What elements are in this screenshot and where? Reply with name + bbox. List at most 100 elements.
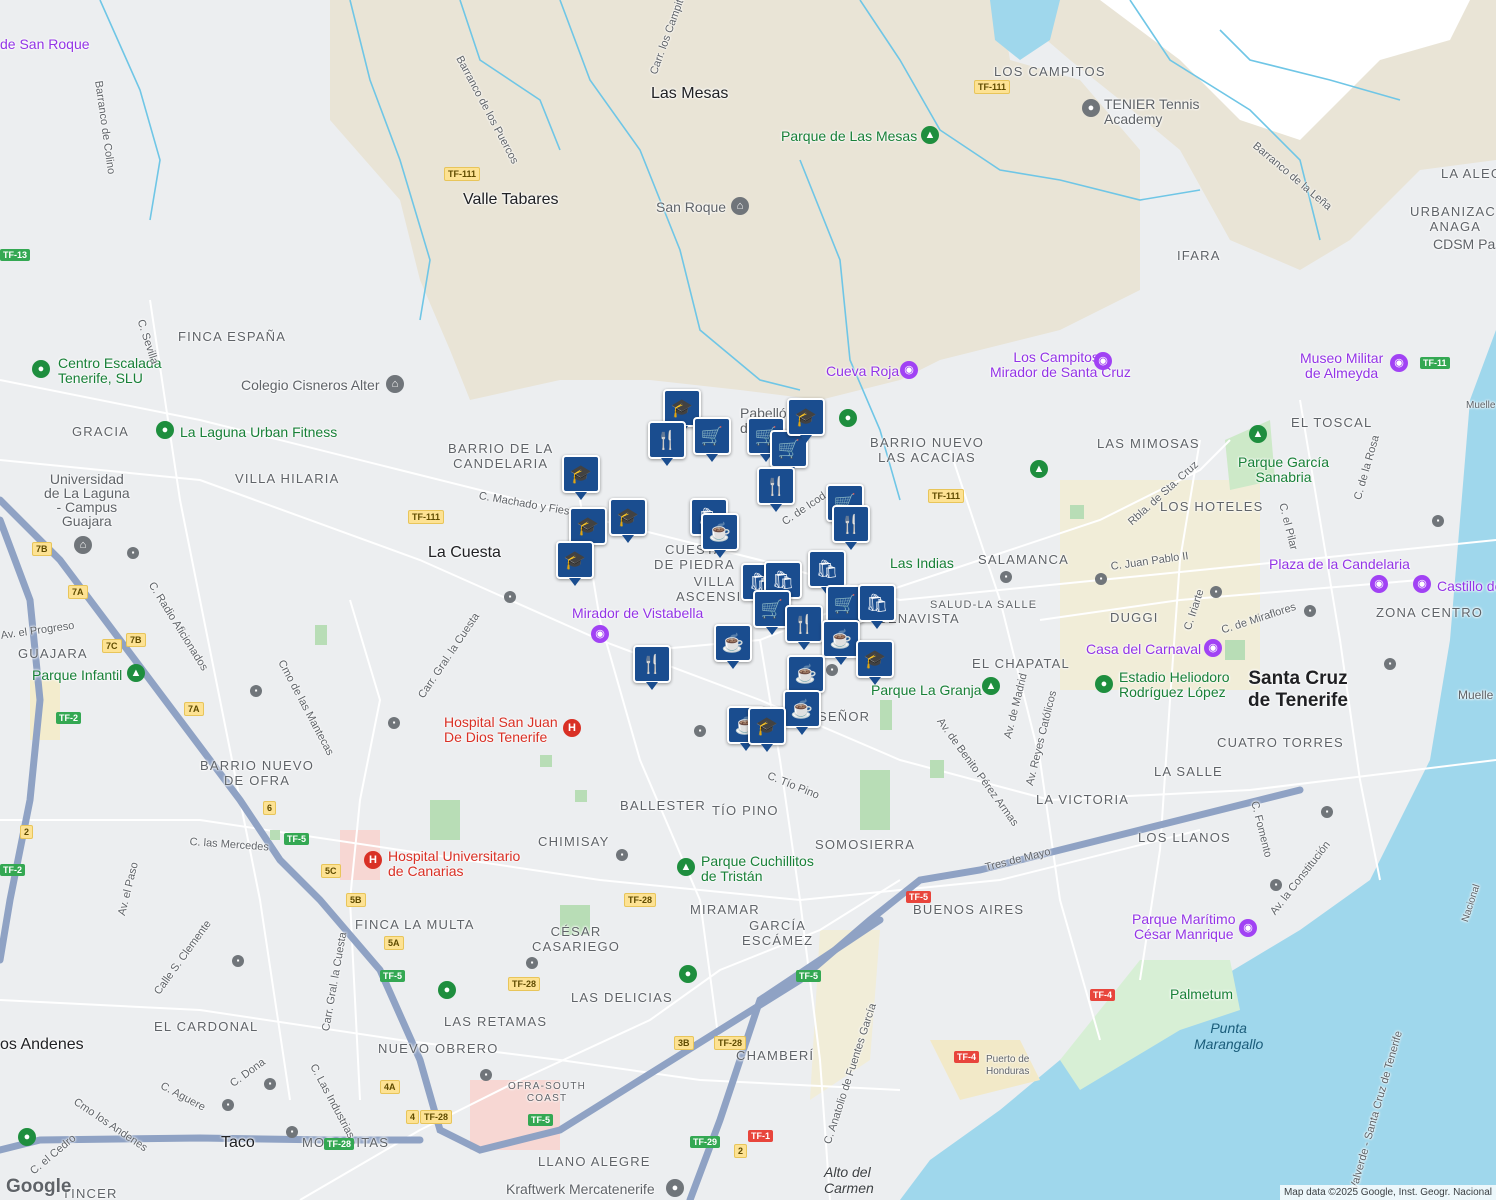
bus-stop-icon[interactable]: ▪ [222,1099,234,1111]
poi-label[interactable]: Museo Militar de Almeyda [1300,351,1383,381]
poi-label[interactable]: Parque Cuchillitos de Tristán [701,854,814,884]
school-icon[interactable]: ⌂ [386,375,404,393]
bus-stop-icon[interactable]: ▪ [127,547,139,559]
poi-label[interactable]: de San Roque [0,36,90,52]
poi-label[interactable]: Parque La Granja [871,682,982,698]
bus-stop-icon[interactable]: ▪ [616,849,628,861]
landmark-icon[interactable]: ◉ [1239,919,1257,937]
poi-label[interactable]: Parque de Las Mesas [781,128,917,144]
restaurant-marker[interactable]: 🍴 [785,605,823,650]
bus-stop-icon[interactable]: ▪ [250,685,262,697]
park-icon[interactable]: ▲ [1249,425,1267,443]
poi-label[interactable]: Universidad de La Laguna - Campus Guajar… [44,472,130,528]
bus-stop-icon[interactable]: ▪ [826,664,838,676]
gym-icon[interactable]: ● [156,421,174,439]
bus-stop-icon[interactable]: ▪ [1384,658,1396,670]
poi-label[interactable]: Castillo de [1437,578,1496,594]
bus-stop-icon[interactable]: ▪ [232,955,244,967]
poi-label[interactable]: Centro Escalada Tenerife, SLU [58,356,162,386]
poi-label[interactable]: La Laguna Urban Fitness [180,424,337,440]
poi-label[interactable]: Puerto de Honduras [986,1054,1029,1078]
climbing-icon[interactable]: ● [32,360,50,378]
poi-label[interactable]: San Roque [656,199,726,215]
school-marker[interactable]: 🎓 [562,455,600,500]
bus-stop-icon[interactable]: ▪ [504,591,516,603]
poi-label[interactable]: Hospital San Juan De Dios Tenerife [444,715,558,745]
school-marker[interactable]: 🎓 [556,541,594,586]
viewpoint-icon[interactable]: ◉ [900,361,918,379]
bus-stop-icon[interactable]: ▪ [1321,806,1333,818]
stadium-icon[interactable]: ● [1095,675,1113,693]
poi-label[interactable]: Plaza de la Candelaria [1269,556,1410,572]
bus-stop-icon[interactable]: ▪ [1270,879,1282,891]
bus-stop-icon[interactable]: ▪ [388,717,400,729]
poi-label[interactable]: Hospital Universitario de Canarias [388,849,520,879]
restaurant-marker[interactable]: 🍴 [832,505,870,550]
bus-stop-icon[interactable]: ▪ [1210,586,1222,598]
map-canvas[interactable]: LOS CAMPITOS IFARA FINCA ESPAÑA GRACIA V… [0,0,1496,1200]
map-attribution[interactable]: Map data ©2025 Google, Inst. Geogr. Naci… [1279,1185,1496,1200]
park-icon[interactable]: ▲ [677,858,695,876]
bus-stop-icon[interactable]: ▪ [1000,571,1012,583]
cafe-marker[interactable]: ☕ [783,690,821,735]
school-marker[interactable]: 🎓 [609,498,647,543]
park-icon[interactable]: ● [438,981,456,999]
bus-stop-icon[interactable]: ▪ [694,725,706,737]
school-marker[interactable]: 🎓 [748,707,786,752]
poi-label[interactable]: Casa del Carnaval [1086,641,1201,657]
tennis-icon[interactable]: ● [1082,99,1100,117]
landmark-icon[interactable]: ◉ [1370,575,1388,593]
restaurant-marker[interactable]: 🍴 [633,645,671,690]
school-marker[interactable]: 🎓 [569,507,607,552]
bus-stop-icon[interactable]: ▪ [526,957,538,969]
sports-icon[interactable]: ● [839,409,857,427]
school-marker[interactable]: 🎓 [787,398,825,443]
poi-label[interactable]: TENIER Tennis Academy [1104,97,1199,127]
park-icon[interactable]: ● [679,965,697,983]
cafe-marker[interactable]: ☕ [822,620,860,665]
school-marker[interactable]: 🎓 [856,640,894,685]
grocery-marker[interactable]: 🛒 [693,417,731,462]
poi-label[interactable]: Muelle [1466,400,1495,411]
poi-label[interactable]: Parque Marítimo César Manrique [1132,912,1235,942]
poi-label[interactable]: Kraftwerk Mercatenerife [506,1181,655,1197]
cafe-marker[interactable]: ☕ [701,513,739,558]
poi-label[interactable]: Muelle Sur [1458,688,1496,702]
park-icon[interactable]: ● [18,1128,36,1146]
museum-icon[interactable]: ◉ [1204,639,1222,657]
museum-icon[interactable]: ◉ [1390,354,1408,372]
poi-label[interactable]: Estadio Heliodoro Rodríguez López [1119,670,1230,700]
cafe-marker[interactable]: ☕ [787,655,825,700]
shopping-marker[interactable]: 🛍 [858,584,896,629]
poi-label[interactable]: Parque García Sanabria [1238,455,1329,485]
cafe-marker[interactable]: ☕ [714,624,752,669]
bus-stop-icon[interactable]: ▪ [1095,573,1107,585]
castle-icon[interactable]: ◉ [1413,575,1431,593]
hospital-icon[interactable]: H [364,851,382,869]
bus-stop-icon[interactable]: ▪ [264,1078,276,1090]
bus-stop-icon[interactable]: ▪ [286,1126,298,1138]
church-icon[interactable]: ⌂ [731,197,749,215]
bus-stop-icon[interactable]: ▪ [1432,515,1444,527]
poi-label[interactable]: Colegio Cisneros Alter [241,377,380,393]
university-icon[interactable]: ⌂ [74,536,92,554]
hospital-icon[interactable]: H [563,719,581,737]
park-icon[interactable]: ▲ [982,677,1000,695]
poi-label[interactable]: Parque Infantil [32,667,122,683]
poi-label[interactable]: Las Indias [890,555,954,571]
shopping-marker[interactable]: 🛍 [808,550,846,595]
park-icon[interactable]: ▲ [1030,460,1048,478]
poi-label[interactable]: Cueva Roja [826,363,899,379]
park-icon[interactable]: ▲ [127,664,145,682]
restaurant-marker[interactable]: 🍴 [757,467,795,512]
viewpoint-icon[interactable]: ◉ [591,625,609,643]
bus-stop-icon[interactable]: ▪ [1304,605,1316,617]
bus-stop-icon[interactable]: ▪ [480,1069,492,1081]
park-icon[interactable]: ▲ [921,126,939,144]
poi-label[interactable]: Mirador de Vistabella [572,605,703,621]
market-icon[interactable]: ● [666,1179,684,1197]
poi-label[interactable]: CDSM Pas [1433,236,1496,252]
poi-label[interactable]: Palmetum [1170,986,1233,1002]
viewpoint-icon[interactable]: ◉ [1094,352,1112,370]
restaurant-marker[interactable]: 🍴 [648,421,686,466]
